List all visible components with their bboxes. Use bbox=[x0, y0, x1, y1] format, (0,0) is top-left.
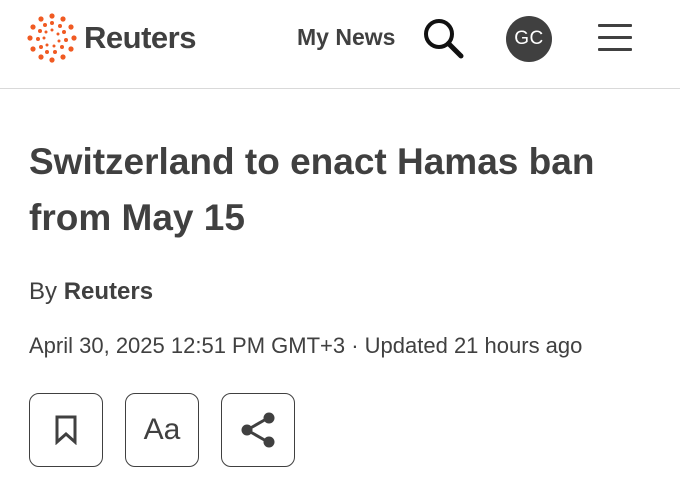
bookmark-icon bbox=[55, 415, 77, 445]
byline-prefix: By bbox=[29, 278, 58, 305]
logo-text: Reuters bbox=[84, 20, 196, 55]
article-headline: Switzerland to enact Hamas ban from May … bbox=[29, 141, 595, 238]
search-icon[interactable] bbox=[421, 16, 465, 60]
user-avatar[interactable]: GC bbox=[506, 16, 552, 62]
byline-author[interactable]: Reuters bbox=[64, 278, 153, 305]
share-button[interactable] bbox=[221, 393, 295, 467]
article-byline: By Reuters bbox=[29, 278, 153, 306]
article-dateline: April 30, 2025 12:51 PM GMT+3 · Updated … bbox=[29, 333, 583, 358]
text-size-button[interactable]: Aa bbox=[125, 393, 199, 467]
my-news-link[interactable]: My News bbox=[297, 24, 395, 51]
hamburger-menu-icon[interactable] bbox=[598, 24, 632, 52]
bookmark-button[interactable] bbox=[29, 393, 103, 467]
reuters-logo-icon bbox=[27, 13, 77, 63]
share-icon bbox=[241, 412, 275, 448]
site-header: Reuters My News GC bbox=[0, 0, 680, 89]
reuters-logo[interactable]: Reuters bbox=[26, 12, 196, 64]
text-size-label: Aa bbox=[143, 413, 181, 446]
article-toolbar: Aa bbox=[29, 393, 295, 467]
